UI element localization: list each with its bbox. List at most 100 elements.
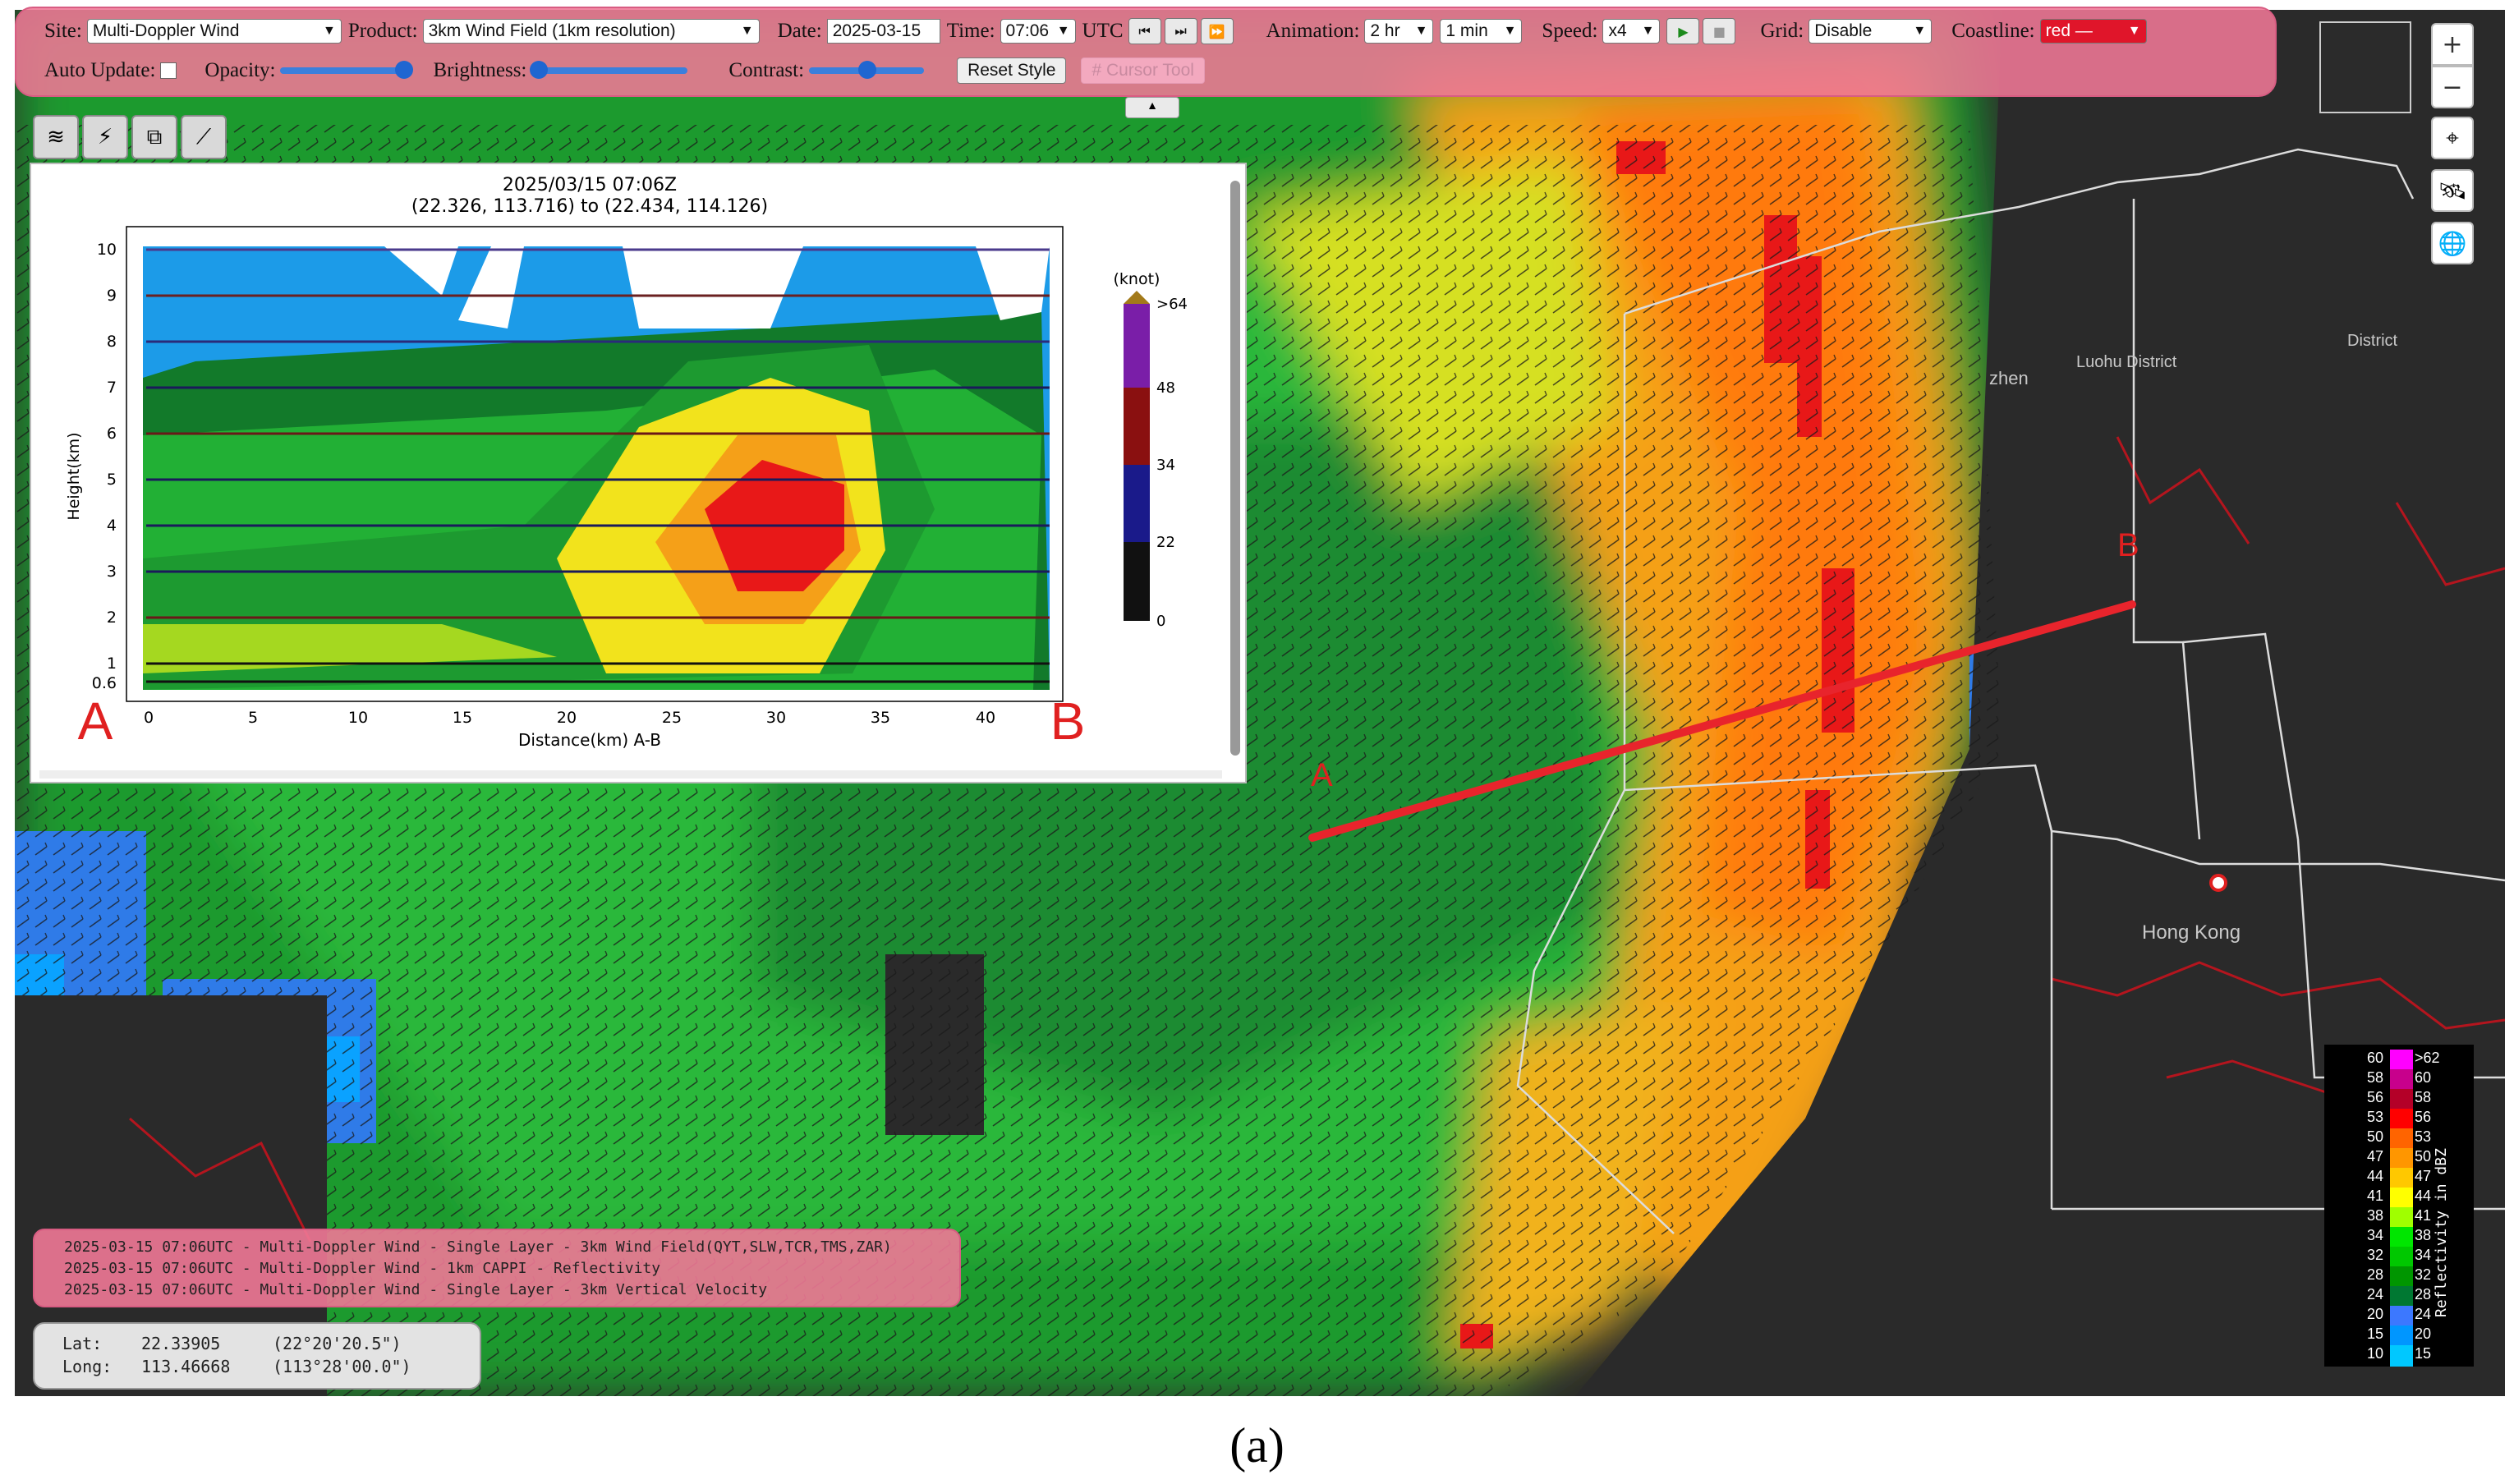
site-label: Site: [44, 20, 82, 42]
time-select-value: 07:06 [1005, 21, 1050, 40]
overlay-button[interactable]: ⧉ [131, 115, 177, 159]
y-axis-label: Height(km) [65, 432, 83, 520]
zoom-in-button[interactable]: + [2431, 23, 2474, 66]
legend-high-value: >62 [2415, 1050, 2440, 1066]
time-select[interactable]: 07:06 ▼ [1000, 19, 1076, 44]
auto-update-checkbox[interactable] [160, 62, 177, 79]
legend-high-value: 38 [2415, 1227, 2432, 1243]
animation-step-value: 1 min [1445, 21, 1488, 40]
contrast-slider[interactable] [809, 61, 925, 79]
x-tick: 25 [662, 709, 682, 727]
control-toolbar: Site: Multi-Doppler Wind ▼ Product: 3km W… [15, 7, 2277, 97]
cross-section-timestamp: 2025/03/15 07:06Z [503, 175, 677, 195]
time-label: Time: [946, 20, 995, 42]
legend-low-value: 50 [2366, 1128, 2383, 1145]
date-label: Date: [777, 20, 822, 42]
legend-high-value: 41 [2415, 1207, 2432, 1224]
y-tick: 5 [107, 471, 117, 489]
legend-swatch [2390, 1109, 2413, 1130]
legend-low-value: 15 [2366, 1325, 2383, 1342]
long-value: 113.46668 [141, 1357, 231, 1376]
zoom-out-button[interactable]: − [2431, 66, 2474, 108]
layer-info-panel: 2025-03-15 07:06UTC - Multi-Doppler Wind… [33, 1229, 961, 1307]
grid-select[interactable]: Disable ▼ [1809, 19, 1933, 44]
legend-high-value: 20 [2415, 1325, 2432, 1342]
coastline-select[interactable]: red — ▼ [2039, 19, 2147, 44]
legend-swatch [2390, 1148, 2413, 1169]
overlay-icon: ⧉ [146, 124, 163, 149]
locate-button[interactable]: ⌖ [2431, 117, 2474, 159]
satellite-button[interactable]: 🛰 [2431, 169, 2474, 212]
x-tick: 40 [976, 709, 995, 727]
chevron-down-icon: ▼ [1414, 24, 1428, 38]
panel-horizontal-scrollbar[interactable] [39, 770, 1222, 779]
legend-low-value: 44 [2366, 1168, 2383, 1184]
legend-low-value: 60 [2366, 1050, 2383, 1066]
product-select-value: 3km Wind Field (1km resolution) [428, 21, 676, 40]
chevron-down-icon: ▼ [1056, 24, 1070, 38]
product-label: Product: [347, 20, 418, 42]
step-forward-button[interactable]: ⏭ [1164, 18, 1197, 44]
satellite-icon: 🛰 [2438, 177, 2467, 204]
utc-label: UTC [1082, 20, 1124, 42]
site-select[interactable]: Multi-Doppler Wind ▼ [86, 19, 342, 44]
x-tick: 30 [766, 709, 786, 727]
legend-swatch [2390, 1345, 2413, 1367]
y-tick: 6 [107, 425, 117, 443]
globe-button[interactable]: 🌐 [2431, 222, 2474, 264]
step-back-button[interactable]: ⏮ [1128, 18, 1161, 44]
zoom-out-icon: − [2442, 72, 2463, 102]
animation-span-select[interactable]: 2 hr ▼ [1364, 19, 1434, 44]
cross-section-button[interactable]: ⟋ [181, 115, 227, 159]
legend-high-value: 50 [2415, 1148, 2432, 1165]
reset-style-button[interactable]: Reset Style [957, 57, 1067, 84]
layers-button[interactable]: ≋ [33, 115, 79, 159]
colorbar-tick: 48 [1156, 379, 1175, 397]
lightning-button[interactable]: ⚡ [82, 115, 128, 159]
legend-high-value: 34 [2415, 1247, 2432, 1263]
speed-select[interactable]: x4 ▼ [1602, 19, 1661, 44]
legend-swatch [2390, 1207, 2413, 1229]
cross-section-chart: 2025/03/15 07:06Z (22.326, 113.716) to (… [31, 164, 1245, 782]
cursor-tool-button[interactable]: # Cursor Tool [1081, 57, 1205, 84]
brightness-slider-handle[interactable] [530, 61, 549, 79]
legend-swatch [2390, 1128, 2413, 1150]
cross-section-panel[interactable]: 2025/03/15 07:06Z (22.326, 113.716) to (… [30, 163, 1247, 783]
opacity-slider-handle[interactable] [395, 61, 414, 79]
legend-low-value: 10 [2366, 1345, 2383, 1362]
overview-minimap[interactable] [2319, 21, 2411, 113]
site-select-value: Multi-Doppler Wind [92, 21, 240, 40]
legend-low-value: 28 [2366, 1266, 2383, 1283]
auto-update-label: Auto Update: [44, 59, 156, 81]
map-marker[interactable] [2209, 874, 2227, 892]
fast-forward-icon: ⏩ [1208, 23, 1225, 39]
coastline-label: Coastline: [1951, 20, 2035, 42]
legend-low-value: 47 [2366, 1148, 2383, 1165]
stop-button[interactable]: ■ [1703, 18, 1736, 44]
toolbar-collapse-handle[interactable]: ▲ [1125, 97, 1179, 118]
contrast-slider-handle[interactable] [858, 61, 877, 79]
chevron-down-icon: ▼ [740, 24, 754, 38]
legend-swatch [2390, 1168, 2413, 1189]
legend-high-value: 60 [2415, 1069, 2432, 1086]
opacity-slider[interactable] [280, 61, 414, 79]
panel-vertical-scrollbar[interactable] [1230, 181, 1240, 756]
colorbar-tick: >64 [1156, 296, 1188, 313]
play-button[interactable]: ▶ [1666, 18, 1700, 44]
x-tick: 10 [348, 709, 368, 727]
globe-icon: 🌐 [2438, 229, 2467, 257]
product-select[interactable]: 3km Wind Field (1km resolution) ▼ [422, 19, 760, 44]
brightness-slider[interactable] [530, 61, 688, 79]
y-tick: 2 [107, 609, 117, 627]
animation-step-select[interactable]: 1 min ▼ [1440, 19, 1523, 44]
date-input[interactable]: 2025-03-15 [826, 19, 940, 44]
legend-low-value: 56 [2366, 1089, 2383, 1105]
stop-icon: ■ [1712, 23, 1726, 39]
y-tick: 7 [107, 379, 117, 397]
lat-dms: (22°20'20.5") [273, 1334, 402, 1353]
legend-swatch [2390, 1188, 2413, 1209]
legend-high-value: 32 [2415, 1266, 2432, 1283]
y-tick: 9 [107, 287, 117, 305]
fast-forward-button[interactable]: ⏩ [1200, 18, 1234, 44]
colorbar-tick: 22 [1156, 534, 1175, 551]
